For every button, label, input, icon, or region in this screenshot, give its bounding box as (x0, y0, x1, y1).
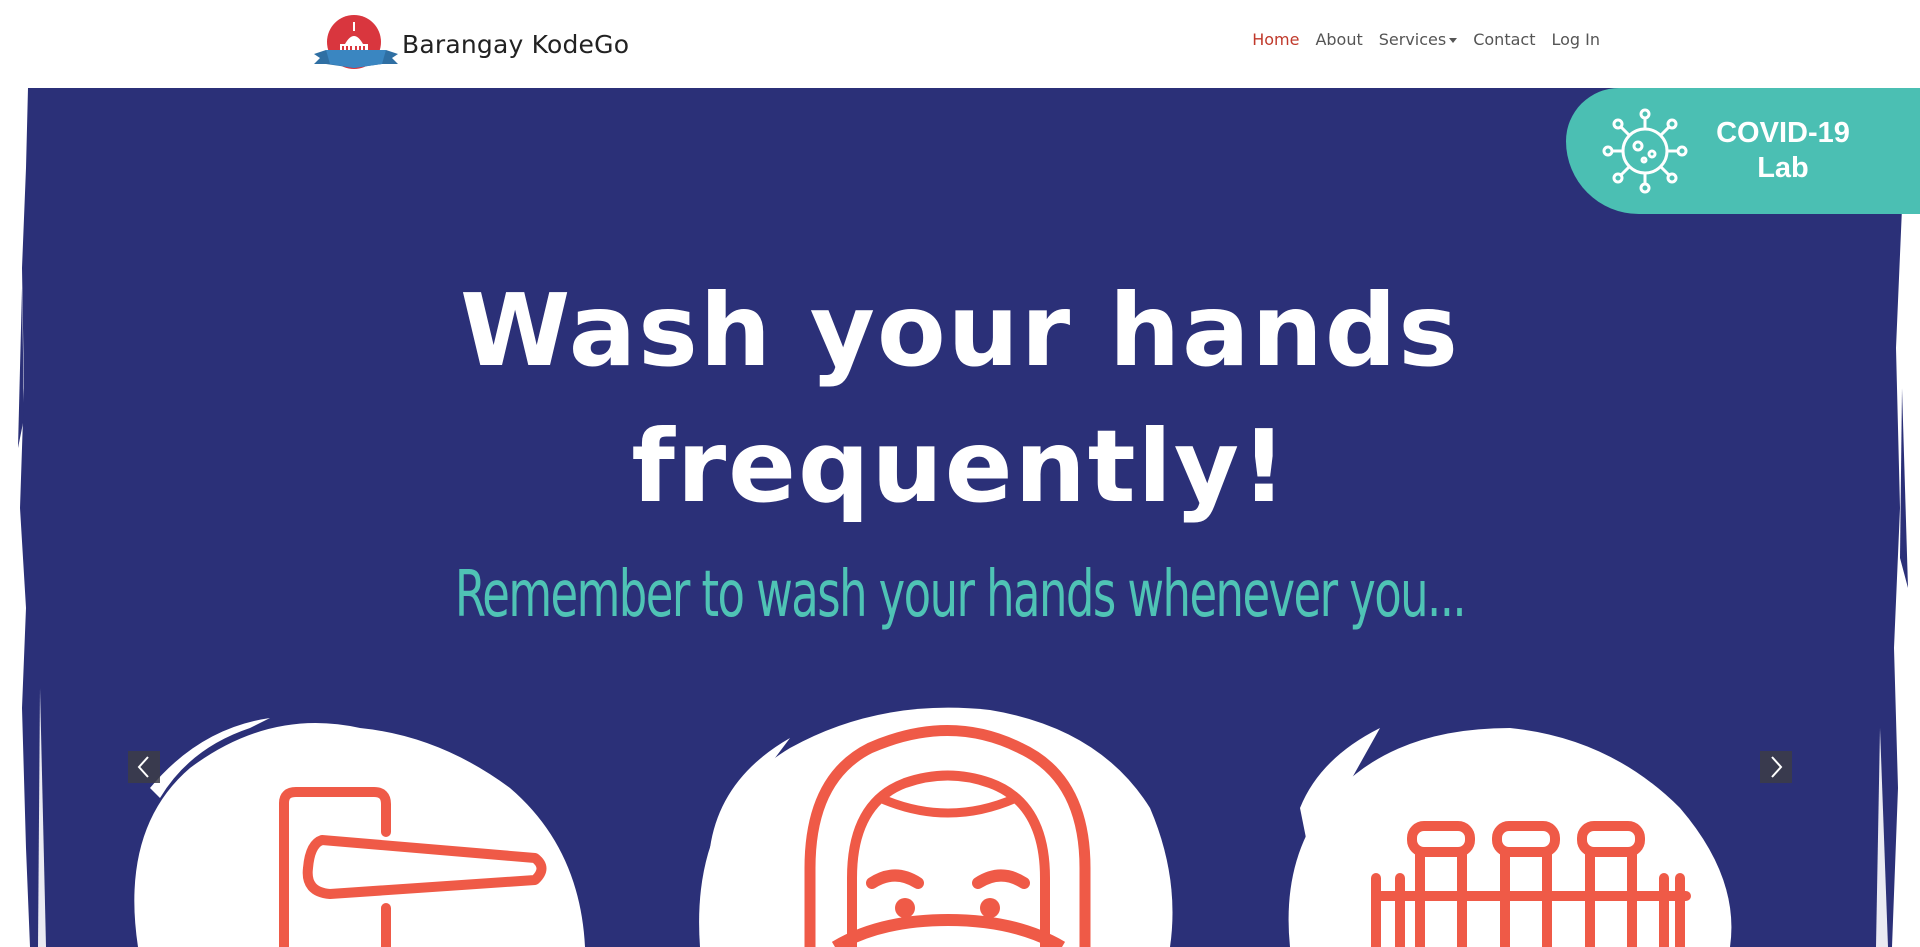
brand-name: Barangay KodeGo (402, 29, 630, 59)
covid-lab-button[interactable]: COVID-19 Lab (1566, 88, 1920, 214)
caret-down-icon (1449, 38, 1458, 43)
carousel-prev-button[interactable] (128, 751, 160, 783)
covid-lab-label: COVID-19 Lab (1708, 116, 1858, 186)
chevron-right-icon (1771, 756, 1783, 778)
hero-title-line-2: frequently! (631, 408, 1289, 525)
chevron-left-icon (137, 756, 149, 778)
covid-lab-line-1: COVID-19 (1716, 117, 1850, 149)
nav-contact[interactable]: Contact (1473, 30, 1535, 49)
nav-login[interactable]: Log In (1551, 30, 1600, 49)
carousel-next-button[interactable] (1760, 751, 1792, 783)
covid-lab-line-2: Lab (1757, 152, 1809, 184)
hero-subtitle: Remember to wash your hands whenever you… (454, 558, 1467, 632)
hero-carousel: Wash your hands frequently! Remember to … (0, 88, 1920, 947)
capitol-building-logo-icon (314, 15, 398, 69)
nav-services-dropdown[interactable]: Services (1378, 30, 1458, 49)
hero-title: Wash your hands frequently! (0, 263, 1920, 535)
brand-link[interactable]: Barangay KodeGo (312, 14, 629, 74)
nav-about[interactable]: About (1315, 30, 1362, 49)
virus-icon (1602, 108, 1688, 194)
nav-home[interactable]: Home (1252, 30, 1299, 49)
nav-services-label: Services (1378, 30, 1447, 49)
navbar: Barangay KodeGo Home About Services Cont… (0, 0, 1920, 88)
hero-title-line-1: Wash your hands (460, 272, 1460, 389)
main-nav: Home About Services Contact Log In (1236, 30, 1600, 49)
